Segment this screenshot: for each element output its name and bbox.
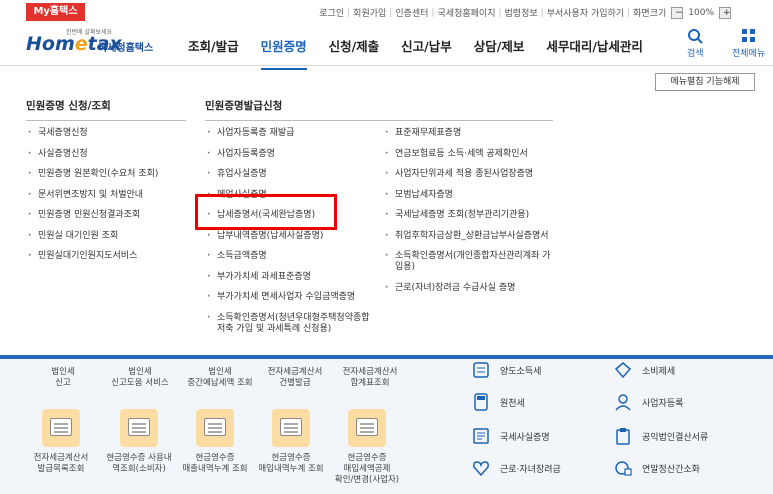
col3-list: 표준재무제표증명 연금보험료등 소득·세액 공제확인서 사업자단위과세 적용 종… (383, 128, 558, 303)
col1-list: 국세증명신청 사실증명신청 민원증명 원본확인(수요처 조회) 문서위변조방지 … (26, 128, 191, 272)
quick-link-business-registration[interactable]: 사업자등록 (614, 393, 683, 411)
main-nav: 조회/발급 민원증명 신청/제출 신고/납부 상담/제보 세무대리/납세관리 (188, 36, 665, 70)
tile-label[interactable]: 현금영수증 매입내역누계 조회 (250, 453, 332, 475)
my-hometax-tab[interactable]: My홈택스 (26, 3, 85, 21)
menu-item[interactable]: 취업후학자금상환_상환금납부사실증명서 (383, 231, 558, 242)
menu-item[interactable]: 휴업사실증명 (205, 169, 377, 180)
menu-item[interactable]: 사업자등록증명 (205, 149, 377, 160)
menu-item[interactable]: 모범납세자증명 (383, 190, 558, 201)
grid-menu-icon (741, 29, 755, 42)
nav-apply-submit[interactable]: 신청/제출 (329, 36, 380, 70)
nav-tax-agent[interactable]: 세무대리/납세관리 (546, 36, 643, 70)
menu-item[interactable]: 소득확인증명서(청년우대형주택청약종합저축 가입 및 과세특례 신청용) (205, 313, 377, 335)
menu-item[interactable]: 근로(자녀)장려금 수급사실 증명 (383, 283, 558, 294)
e-invoice-tile-icon[interactable] (42, 409, 80, 447)
all-menu-button[interactable]: 전체메뉴 (732, 28, 765, 59)
nav-consult-report[interactable]: 상담/제보 (474, 36, 525, 70)
quick-link-transfer-tax[interactable]: 양도소득세 (472, 361, 541, 379)
menu-item[interactable]: 민원증명 민원신청결과조회 (26, 210, 191, 221)
cash-receipt-tile-icon[interactable] (196, 409, 234, 447)
clipboard-icon (616, 428, 630, 445)
diamond-icon (614, 362, 632, 379)
quick-link-public-corp-settlement[interactable]: 공익법인결산서류 (614, 427, 708, 445)
col2-title: 민원증명발급신청 (205, 98, 553, 121)
dept-user-link[interactable]: 부서사용자 가입하기 (544, 6, 627, 19)
nav-civil-certificate[interactable]: 민원증명 (260, 36, 307, 70)
law-info-link[interactable]: 법령정보 (502, 6, 541, 19)
quick-link-consumption-tax[interactable]: 소비제세 (614, 361, 675, 379)
screen-size-label: 화면크기 (633, 9, 667, 19)
service-link[interactable]: 법인세 신고 (38, 367, 88, 389)
col2-list: 사업자등록증 재발급 사업자등록증명 휴업사실증명 폐업사실증명 납세증명서(국… (205, 128, 377, 344)
hometax-logo[interactable]: 한번에 살펴보세요 Hometax 국세청홈택스 (26, 27, 166, 59)
cash-receipt-tile-icon[interactable] (272, 409, 310, 447)
menu-item[interactable]: 표준재무제표증명 (383, 128, 558, 139)
tile-label[interactable]: 현금영수증 매입세액공제 확인/변경(사업자) (326, 453, 408, 486)
person-icon (615, 394, 631, 411)
nav-report-pay[interactable]: 신고/납부 (401, 36, 452, 70)
quick-service-panel: 법인세 신고 법인세 신고도움 서비스 법인세 중간예납세액 조회 전자세금계산서 건별… (0, 359, 773, 494)
menu-item[interactable]: 사업자단위과세 적용 종된사업장증명 (383, 169, 558, 180)
menu-expand-toggle[interactable]: 메뉴펼침 기능해제 (655, 73, 755, 91)
search-label: 검색 (687, 49, 704, 59)
zoom-in-button[interactable]: + (719, 6, 731, 19)
quick-link-earned-income-credit[interactable]: 근로·자녀장려금 (472, 459, 561, 477)
cert-center-link[interactable]: 인증센터 (392, 6, 431, 19)
nav-inquiry-issue[interactable]: 조회/발급 (188, 36, 239, 70)
certificate-icon (473, 428, 489, 444)
login-link[interactable]: 로그인 (316, 6, 347, 19)
utility-links: 로그인 | 회원가입 | 인증센터 | 국세청홈페이지 | 법령정보 | 부서사용자 가입… (316, 6, 733, 19)
menu-item[interactable]: 국세납세증명 조회(정부관리기관용) (383, 210, 558, 221)
menu-item[interactable]: 문서위변조방지 및 처벌안내 (26, 190, 191, 201)
cash-receipt-tile-icon[interactable] (120, 409, 158, 447)
calculator-icon (474, 393, 488, 411)
tile-label[interactable]: 전자세금계산서 발급목록조회 (20, 453, 102, 475)
cash-receipt-tile-icon[interactable] (348, 409, 386, 447)
top-utility-bar: My홈택스 로그인 | 회원가입 | 인증센터 | 국세청홈페이지 | 법령정보 | 부서… (0, 0, 773, 22)
document-icon (473, 362, 489, 378)
service-link[interactable]: 법인세 신고도움 서비스 (100, 367, 180, 389)
quick-link-tax-fact-certificate[interactable]: 국세사실증명 (472, 427, 550, 445)
tile-label[interactable]: 현금영수증 사용내 역조회(소비자) (96, 453, 182, 475)
search-button[interactable]: 검색 (687, 28, 704, 59)
highlight-box (195, 194, 337, 230)
service-link[interactable]: 전자세금계산서 건별발급 (250, 367, 340, 389)
menu-item[interactable]: 민원실대기인원지도서비스 (26, 251, 191, 262)
menu-item[interactable]: 소득확인증명서(개인종합자산관리계좌 가입용) (383, 251, 558, 273)
logo-subtitle: 국세청홈택스 (98, 43, 154, 54)
menu-item[interactable]: 사업자등록증 재발급 (205, 128, 377, 139)
tile-label[interactable]: 현금영수증 매출내역누계 조회 (174, 453, 256, 475)
heart-icon (473, 461, 489, 477)
year-end-icon (615, 461, 632, 476)
menu-item[interactable]: 국세증명신청 (26, 128, 191, 139)
menu-item[interactable]: 부가가치세 과세표준증명 (205, 272, 377, 283)
menu-item[interactable]: 민원증명 원본확인(수요처 조회) (26, 169, 191, 180)
signup-link[interactable]: 회원가입 (350, 6, 389, 19)
menu-item[interactable]: 부가가치세 면세사업자 수입금액증명 (205, 292, 377, 303)
col1-title: 민원증명 신청/조회 (26, 98, 186, 121)
quick-link-year-end-settlement[interactable]: 연말정산간소화 (614, 459, 700, 477)
service-link[interactable]: 전자세금계산서 합계표조회 (330, 367, 410, 389)
menu-item[interactable]: 민원실 대기인원 조회 (26, 231, 191, 242)
nts-home-link[interactable]: 국세청홈페이지 (435, 6, 499, 19)
menu-item[interactable]: 납부내역증명(납세사실증명) (205, 231, 377, 242)
all-menu-label: 전체메뉴 (732, 49, 766, 59)
quick-link-withholding-tax[interactable]: 원천세 (472, 393, 525, 411)
search-icon (688, 29, 703, 44)
zoom-level: 100% (688, 7, 714, 18)
menu-item[interactable]: 소득금액증명 (205, 251, 377, 262)
menu-item[interactable]: 사실증명신청 (26, 149, 191, 160)
main-header: 한번에 살펴보세요 Hometax 국세청홈택스 조회/발급 민원증명 신청/제… (0, 22, 773, 70)
menu-item[interactable]: 연금보험료등 소득·세액 공제확인서 (383, 149, 558, 160)
zoom-out-button[interactable]: − (671, 6, 684, 19)
